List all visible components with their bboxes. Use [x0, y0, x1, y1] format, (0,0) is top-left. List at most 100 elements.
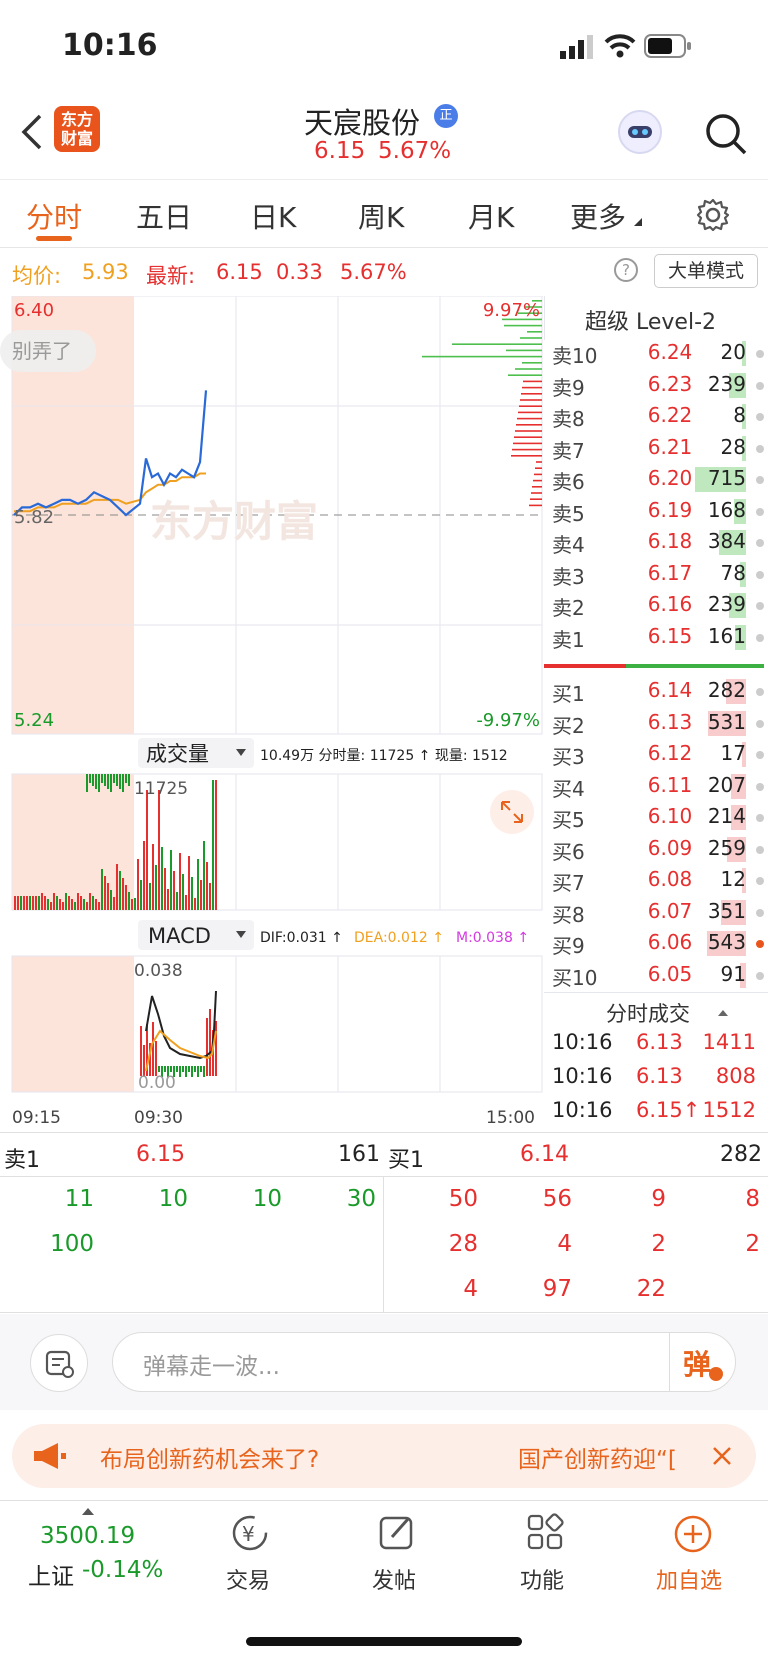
ask-row-9[interactable]: 卖2 6.16 239	[544, 590, 768, 621]
robot-avatar-icon[interactable]	[618, 110, 662, 154]
ticks-caret-icon	[718, 1010, 728, 1016]
depth-bar	[533, 479, 542, 482]
nav-add-watchlist[interactable]: 加自选	[656, 1563, 722, 1595]
ask-row-4[interactable]: 卖7 6.21 28	[544, 433, 768, 464]
volume-bar	[98, 774, 100, 792]
bid-row-10[interactable]: 买10 6.05 91	[544, 960, 768, 991]
macd-bar	[152, 1022, 154, 1076]
tab-five-day[interactable]: 五日	[136, 196, 192, 236]
index-name[interactable]: 上证	[28, 1557, 74, 1591]
help-icon[interactable]: ?	[614, 258, 638, 282]
volume-bar	[32, 896, 34, 910]
row-volume: 207	[707, 772, 746, 797]
ask-row-2[interactable]: 卖9 6.23 239	[544, 370, 768, 401]
volume-bar	[77, 893, 79, 910]
min-pct-label: -9.97%	[476, 710, 540, 731]
search-icon[interactable]	[704, 112, 748, 156]
news-banner[interactable]: 布局创新药机会来了? 国产创新药迎“[	[12, 1424, 756, 1488]
ask-row-7[interactable]: 卖4 6.18 384	[544, 527, 768, 558]
depth-bar	[523, 380, 542, 383]
intraday-chart[interactable]: 东方财富 6.40 5.82 5.24 9.97% -9.97% 别弄了 成交量…	[0, 296, 544, 1106]
danmu-list-button[interactable]	[30, 1334, 88, 1392]
row-volume: 531	[707, 709, 746, 734]
row-volume: 91	[720, 961, 746, 986]
row-label: 买5	[552, 808, 585, 832]
index-value[interactable]: 3500.19	[40, 1523, 135, 1549]
app-logo[interactable]: 东方 财富	[54, 106, 100, 152]
add-watchlist-icon[interactable]	[672, 1513, 714, 1555]
row-dot	[756, 845, 764, 854]
tab-more[interactable]: 更多	[570, 196, 626, 236]
settings-gear-icon[interactable]	[696, 198, 730, 232]
volume-peak-label: 11725	[134, 779, 188, 799]
bid-row-9[interactable]: 买9 6.06 543	[544, 928, 768, 959]
volume-bar	[215, 780, 217, 910]
ticks-title[interactable]: 分时成交	[606, 998, 690, 1028]
bid-row-6[interactable]: 买6 6.09 259	[544, 834, 768, 865]
ask-row-10[interactable]: 卖1 6.15 161	[544, 622, 768, 653]
volume-bar	[92, 896, 94, 910]
banner-right-text[interactable]: 国产创新药迎“[	[518, 1440, 677, 1474]
volume-bar	[197, 859, 199, 910]
bid-row-1[interactable]: 买1 6.14 282	[544, 676, 768, 707]
post-icon[interactable]	[378, 1513, 418, 1553]
tab-daily-k[interactable]: 日K	[250, 196, 296, 236]
volume-bar	[137, 859, 139, 910]
functions-grid-icon[interactable]	[526, 1513, 566, 1553]
row-dot	[756, 877, 764, 885]
queue-ask-price: 6.15	[136, 1142, 185, 1167]
volume-bar	[203, 841, 205, 910]
change-value: 0.33	[276, 260, 323, 284]
row-volume: 239	[707, 371, 746, 396]
ask-row-1[interactable]: 卖10 6.24 20	[544, 338, 768, 369]
depth-bar	[512, 448, 542, 451]
nav-functions[interactable]: 功能	[520, 1563, 564, 1595]
index-caret-icon	[82, 1508, 94, 1515]
depth-bar	[527, 331, 542, 333]
bid-queue-order: 9	[651, 1186, 666, 1212]
trade-icon[interactable]: ¥	[228, 1513, 272, 1553]
bid-row-3[interactable]: 买3 6.12 17	[544, 739, 768, 770]
row-label: 卖9	[552, 375, 585, 400]
tab-weekly-k[interactable]: 周K	[358, 196, 404, 236]
big-order-mode-button[interactable]: 大单模式	[654, 254, 758, 288]
stock-name[interactable]: 天宸股份	[304, 100, 420, 142]
tab-intraday[interactable]: 分时	[26, 196, 82, 236]
tab-monthly-k[interactable]: 月K	[468, 196, 514, 236]
ask-row-5[interactable]: 卖6 6.20 715	[544, 464, 768, 495]
volume-bar	[41, 893, 43, 910]
tick-vol: 1512	[702, 1098, 756, 1122]
back-icon[interactable]	[18, 112, 44, 152]
volume-bar	[146, 790, 148, 910]
danmu-input[interactable]: 弹幕走一波... 弹	[112, 1332, 736, 1392]
volume-bar	[101, 774, 103, 783]
volume-bar	[173, 871, 175, 910]
ask-queue-order: 10	[252, 1186, 282, 1212]
volume-bar	[92, 774, 94, 786]
nav-trade[interactable]: 交易	[226, 1563, 270, 1595]
ask-row-3[interactable]: 卖8 6.22 8	[544, 401, 768, 432]
volume-bar	[113, 774, 115, 783]
bid-row-5[interactable]: 买5 6.10 214	[544, 802, 768, 833]
danmu-send-button[interactable]: 弹	[683, 1343, 711, 1383]
avg-value: 5.93	[82, 260, 129, 284]
ask-row-8[interactable]: 卖3 6.17 78	[544, 559, 768, 590]
close-icon[interactable]	[712, 1446, 732, 1466]
level2-title[interactable]: 超级 Level-2	[585, 304, 716, 336]
row-price: 6.23	[647, 371, 693, 396]
bid-row-2[interactable]: 买2 6.13 531	[544, 708, 768, 739]
ask-row-6[interactable]: 卖5 6.19 168	[544, 496, 768, 527]
expand-button[interactable]	[490, 790, 534, 834]
macd-bar	[206, 1018, 208, 1076]
volume-bar	[110, 890, 112, 910]
macd-bar	[155, 1041, 157, 1076]
bid-row-8[interactable]: 买8 6.07 351	[544, 897, 768, 928]
banner-left-text[interactable]: 布局创新药机会来了?	[100, 1440, 319, 1474]
row-volume: 214	[707, 804, 746, 828]
tick-price: 6.13	[636, 1030, 683, 1054]
bid-row-4[interactable]: 买4 6.11 207	[544, 771, 768, 802]
volume-bar	[167, 889, 169, 910]
latest-value: 6.15	[216, 260, 263, 284]
bid-row-7[interactable]: 买7 6.08 12	[544, 865, 768, 896]
nav-post[interactable]: 发帖	[372, 1563, 416, 1595]
